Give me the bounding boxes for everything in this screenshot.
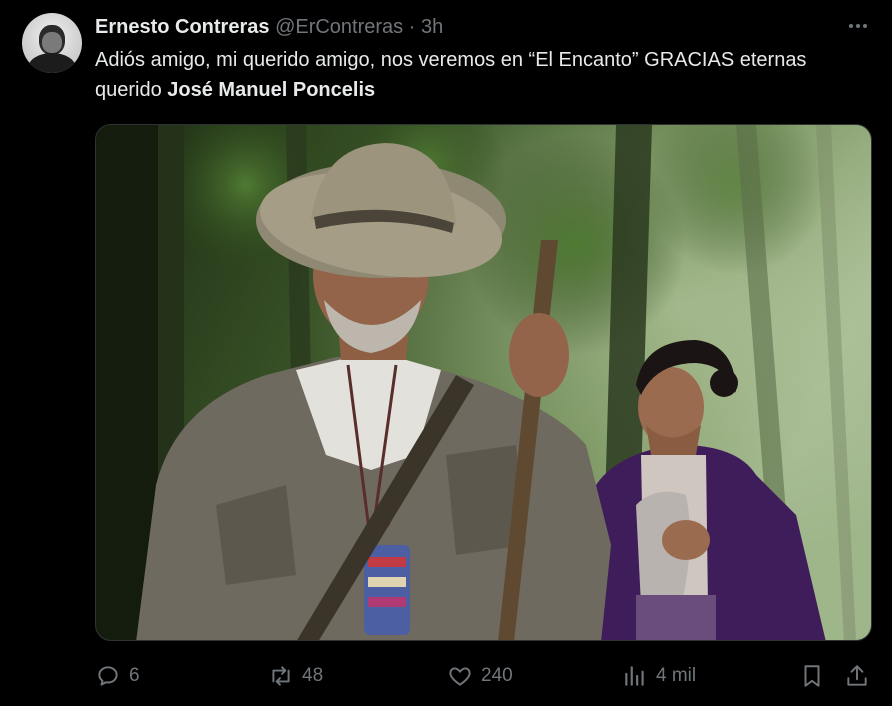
author-name[interactable]: Ernesto Contreras: [95, 16, 270, 38]
repost-icon: [268, 663, 294, 689]
reply-button[interactable]: 6: [95, 656, 140, 696]
share-icon: [844, 663, 870, 689]
heart-icon: [447, 663, 473, 689]
repost-button[interactable]: 48: [268, 656, 323, 696]
tweet-header: Ernesto Contreras @ErContreras · 3h: [95, 15, 443, 39]
tweet-time[interactable]: 3h: [421, 16, 443, 38]
avatar[interactable]: [22, 13, 82, 73]
views-icon: [622, 663, 648, 689]
views-count: 4 mil: [656, 665, 697, 686]
views-button[interactable]: 4 mil: [622, 656, 696, 696]
like-count: 240: [481, 665, 513, 686]
share-button[interactable]: [844, 656, 870, 696]
reply-count: 6: [129, 665, 140, 686]
tweet-text: Adiós amigo, mi querido amigo, nos verem…: [95, 45, 855, 105]
author-handle[interactable]: @ErContreras: [275, 16, 403, 38]
bookmark-button[interactable]: [799, 656, 825, 696]
bookmark-icon: [799, 663, 825, 689]
action-bar: 6 48 240 4 mil: [95, 656, 872, 696]
repost-count: 48: [302, 665, 324, 686]
reply-icon: [95, 663, 121, 689]
like-button[interactable]: 240: [447, 656, 513, 696]
more-icon[interactable]: [846, 14, 870, 38]
tweet-text-mention: José Manuel Poncelis: [167, 79, 376, 101]
tweet-photo[interactable]: [95, 124, 872, 641]
separator: ·: [408, 16, 416, 38]
